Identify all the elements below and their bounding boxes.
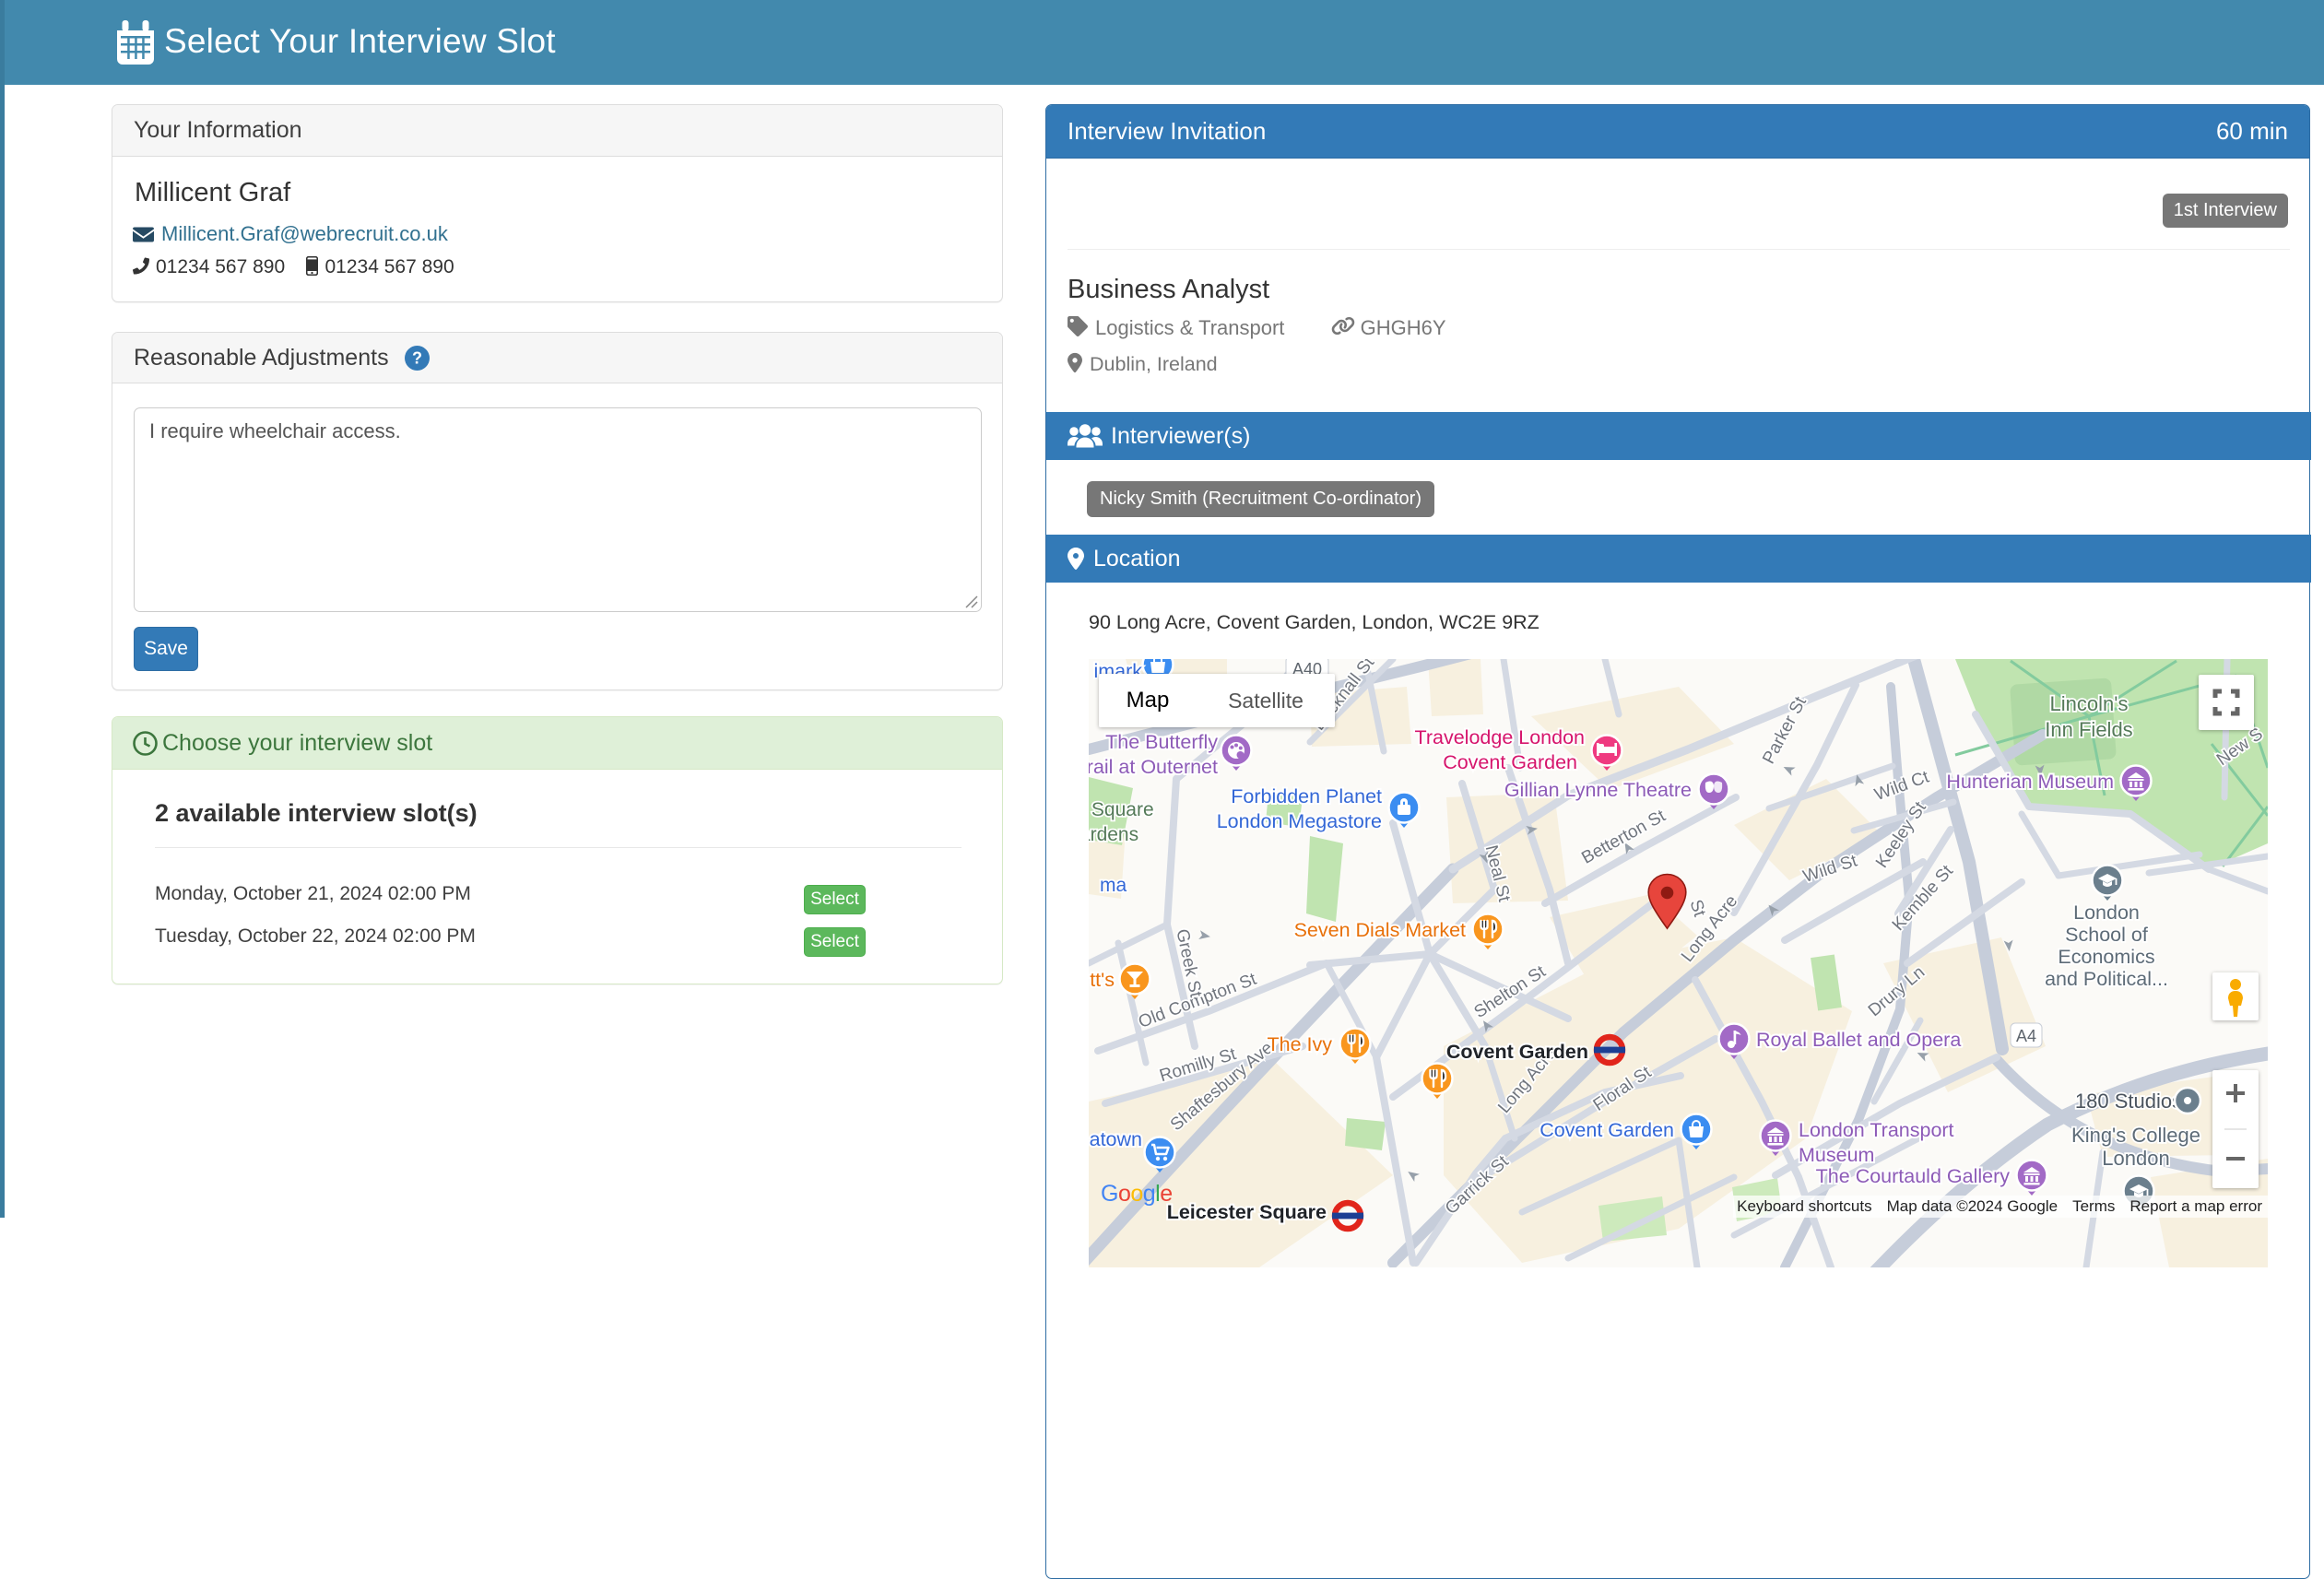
svg-text:Lincoln's: Lincoln's — [2050, 692, 2129, 715]
svg-text:Economics: Economics — [2058, 946, 2154, 968]
svg-text:Hunterian Museum: Hunterian Museum — [1946, 771, 2114, 793]
svg-text:The Ivy: The Ivy — [1268, 1033, 1333, 1055]
svg-text:tt's: tt's — [1090, 969, 1115, 991]
svg-text:The Courtauld Gallery: The Courtauld Gallery — [1816, 1165, 2011, 1187]
svg-text:ma: ma — [1100, 875, 1127, 896]
svg-text:King's College: King's College — [2071, 1124, 2200, 1147]
svg-text:Covent Garden: Covent Garden — [1443, 751, 1577, 773]
svg-text:ardens: ardens — [1089, 824, 1138, 845]
svg-text:Covent Garden: Covent Garden — [1446, 1041, 1588, 1063]
svg-text:School of: School of — [2065, 924, 2148, 946]
svg-text:Royal Ballet and Opera: Royal Ballet and Opera — [1756, 1029, 1961, 1051]
svg-text:Forbidden Planet: Forbidden Planet — [1231, 785, 1382, 807]
svg-text:The Butterfly: The Butterfly — [1105, 731, 1218, 753]
svg-text:180 Studios: 180 Studios — [2075, 1090, 2182, 1113]
svg-text:Leicester Square: Leicester Square — [1167, 1201, 1327, 1223]
svg-text:London Megastore: London Megastore — [1217, 810, 1382, 832]
svg-text:rail at Outernet: rail at Outernet — [1089, 756, 1218, 778]
svg-text:London: London — [2102, 1147, 2169, 1170]
svg-text:e Square: e Square — [1089, 799, 1154, 820]
svg-text:Inn Fields: Inn Fields — [2045, 718, 2132, 741]
svg-text:Gillian Lynne Theatre: Gillian Lynne Theatre — [1504, 779, 1692, 801]
svg-text:London Transport: London Transport — [1799, 1119, 1954, 1141]
svg-text:?: ? — [412, 348, 422, 367]
svg-text:Museum: Museum — [1799, 1144, 1874, 1166]
svg-text:London: London — [2073, 901, 2140, 924]
svg-text:Travelodge London: Travelodge London — [1415, 726, 1585, 748]
svg-text:Covent Garden: Covent Garden — [1540, 1119, 1674, 1141]
svg-text:Seven Dials Market: Seven Dials Market — [1294, 919, 1466, 941]
svg-text:atown: atown — [1090, 1128, 1142, 1150]
svg-text:and Political...: and Political... — [2045, 968, 2168, 990]
svg-text:A4: A4 — [2016, 1027, 2036, 1045]
